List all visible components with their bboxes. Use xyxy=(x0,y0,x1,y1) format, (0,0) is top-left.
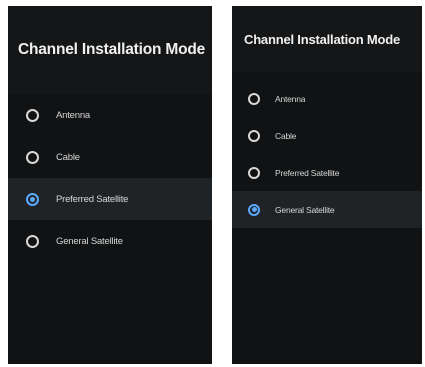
radio-button-icon[interactable] xyxy=(26,150,39,164)
right-screen-panel: Channel Installation Mode Antenna Cable … xyxy=(232,6,422,364)
page-title: Channel Installation Mode xyxy=(18,41,206,58)
radio-button-icon[interactable] xyxy=(26,192,39,206)
option-preferred-satellite[interactable]: Preferred Satellite xyxy=(232,154,422,191)
installation-mode-options: Antenna Cable Preferred Satellite Genera… xyxy=(8,94,212,262)
radio-dot xyxy=(30,155,35,160)
radio-button-icon[interactable] xyxy=(248,203,260,216)
option-cable[interactable]: Cable xyxy=(232,117,422,154)
option-general-satellite[interactable]: General Satellite xyxy=(8,220,212,262)
option-cable[interactable]: Cable xyxy=(8,136,212,178)
radio-dot xyxy=(252,96,257,101)
radio-button-icon[interactable] xyxy=(26,234,39,248)
option-general-satellite[interactable]: General Satellite xyxy=(232,191,422,228)
installation-mode-options: Antenna Cable Preferred Satellite Genera… xyxy=(232,80,422,228)
page-title: Channel Installation Mode xyxy=(244,31,401,47)
radio-button-icon[interactable] xyxy=(248,129,260,142)
radio-dot xyxy=(30,113,35,118)
option-label: Preferred Satellite xyxy=(56,193,129,205)
radio-button-icon[interactable] xyxy=(26,108,39,122)
option-label: Preferred Satellite xyxy=(275,167,340,178)
option-label: General Satellite xyxy=(56,235,123,247)
radio-button-icon[interactable] xyxy=(248,166,260,179)
radio-button-icon[interactable] xyxy=(248,92,260,105)
radio-dot xyxy=(30,239,35,244)
option-preferred-satellite[interactable]: Preferred Satellite xyxy=(8,178,212,220)
radio-dot xyxy=(252,133,257,138)
option-label: General Satellite xyxy=(275,204,335,215)
panel-header: Channel Installation Mode xyxy=(8,6,212,94)
left-screen-panel: Channel Installation Mode Antenna Cable … xyxy=(8,6,212,364)
option-label: Cable xyxy=(275,130,297,141)
radio-dot xyxy=(251,207,257,212)
option-label: Antenna xyxy=(275,93,306,104)
option-antenna[interactable]: Antenna xyxy=(8,94,212,136)
option-antenna[interactable]: Antenna xyxy=(232,80,422,117)
radio-dot xyxy=(252,170,257,175)
screenshot-stage: Channel Installation Mode Antenna Cable … xyxy=(0,0,425,367)
radio-dot xyxy=(30,196,35,202)
option-label: Cable xyxy=(56,151,80,163)
panel-header: Channel Installation Mode xyxy=(232,6,422,72)
option-label: Antenna xyxy=(56,109,90,121)
